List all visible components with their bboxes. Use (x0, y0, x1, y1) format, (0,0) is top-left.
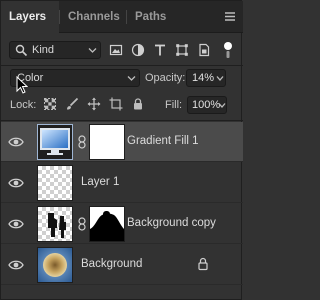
mask-silhouette-icon (90, 207, 124, 241)
shape-layer-filter-icon[interactable] (175, 43, 189, 57)
link-chain-icon[interactable] (77, 135, 87, 149)
eye-visibility-icon[interactable] (8, 217, 24, 231)
blend-mode-select[interactable]: Color (10, 69, 140, 87)
lock-artboard-nesting-icon[interactable] (109, 97, 123, 111)
opacity-field[interactable]: 14% (186, 69, 226, 87)
search-icon (15, 44, 28, 57)
silhouette-figure-icon (48, 213, 66, 238)
lock-fill-row: Lock: Fill: 100% (1, 93, 243, 117)
layer-locked-padlock-icon[interactable] (197, 257, 209, 271)
layer-name: Background copy (127, 217, 216, 229)
chevron-down-icon (127, 76, 136, 81)
layer-row-gradient-fill[interactable]: Gradient Fill 1 (1, 122, 243, 162)
link-chain-icon[interactable] (77, 217, 87, 231)
chevron-down-icon[interactable] (218, 102, 226, 109)
eye-visibility-icon[interactable] (8, 258, 24, 272)
fill-label: Fill: (165, 99, 183, 111)
layer-name: Background (81, 258, 143, 270)
layers-panel: Layers Channels Paths Kind Color Opacity… (0, 0, 243, 300)
lock-label: Lock: (10, 99, 37, 111)
layer-row-background-copy[interactable]: Background copy (1, 204, 243, 244)
tab-paths[interactable]: Paths (127, 1, 177, 33)
type-layer-filter-icon[interactable] (153, 43, 167, 57)
fill-field[interactable]: 100% (187, 96, 227, 114)
tab-paths-label: Paths (135, 11, 167, 23)
layer-row-background[interactable]: Background (1, 245, 243, 285)
mouse-pointer-icon (16, 76, 28, 94)
panel-tab-bar: Layers Channels Paths (1, 1, 243, 33)
smart-object-filter-icon[interactable] (197, 43, 211, 57)
background-thumbnail[interactable] (37, 247, 73, 283)
chevron-down-icon[interactable] (216, 75, 224, 82)
blend-opacity-row: Color Opacity: 14% (1, 66, 243, 90)
tab-layers[interactable]: Layers (1, 1, 59, 33)
monitor-gradient-thumbnail-icon (38, 125, 72, 159)
lock-all-padlock-icon[interactable] (131, 97, 145, 111)
lock-position-move-icon[interactable] (87, 97, 101, 111)
eye-visibility-icon[interactable] (8, 176, 24, 190)
layer-filter-row: Kind (1, 33, 243, 65)
opacity-label: Opacity: (145, 72, 186, 84)
dandelion-photo-icon (38, 248, 72, 282)
background-copy-thumbnail[interactable] (37, 206, 73, 242)
tab-channels[interactable]: Channels (60, 1, 126, 33)
panel-divider (1, 120, 243, 121)
filter-kind-select[interactable]: Kind (9, 41, 101, 59)
layers-list: Gradient Fill 1 Layer 1 Background copy … (1, 122, 243, 300)
transparent-layer-thumbnail[interactable] (37, 165, 73, 201)
opacity-value: 14% (192, 72, 215, 84)
tab-layers-label: Layers (9, 11, 47, 23)
gradient-fill-thumbnail[interactable] (37, 124, 73, 160)
adjustment-layer-filter-icon[interactable] (131, 43, 145, 57)
lock-transparent-pixels-icon[interactable] (43, 97, 57, 111)
lock-image-pixels-brush-icon[interactable] (65, 97, 79, 111)
filter-toggle-icon[interactable] (221, 41, 235, 59)
tab-channels-label: Channels (68, 11, 120, 23)
layer-mask-thumbnail[interactable] (89, 206, 125, 242)
fill-value: 100% (192, 99, 221, 111)
pixel-layer-filter-icon[interactable] (109, 43, 123, 57)
layer-name: Layer 1 (81, 176, 120, 188)
chevron-down-icon (88, 48, 97, 53)
eye-visibility-icon[interactable] (8, 135, 24, 149)
layer-name: Gradient Fill 1 (127, 135, 199, 147)
filter-kind-label: Kind (32, 44, 55, 56)
layer-mask-thumbnail[interactable] (89, 124, 125, 160)
panel-menu-icon[interactable] (221, 7, 239, 25)
layer-row-layer-1[interactable]: Layer 1 (1, 163, 243, 203)
